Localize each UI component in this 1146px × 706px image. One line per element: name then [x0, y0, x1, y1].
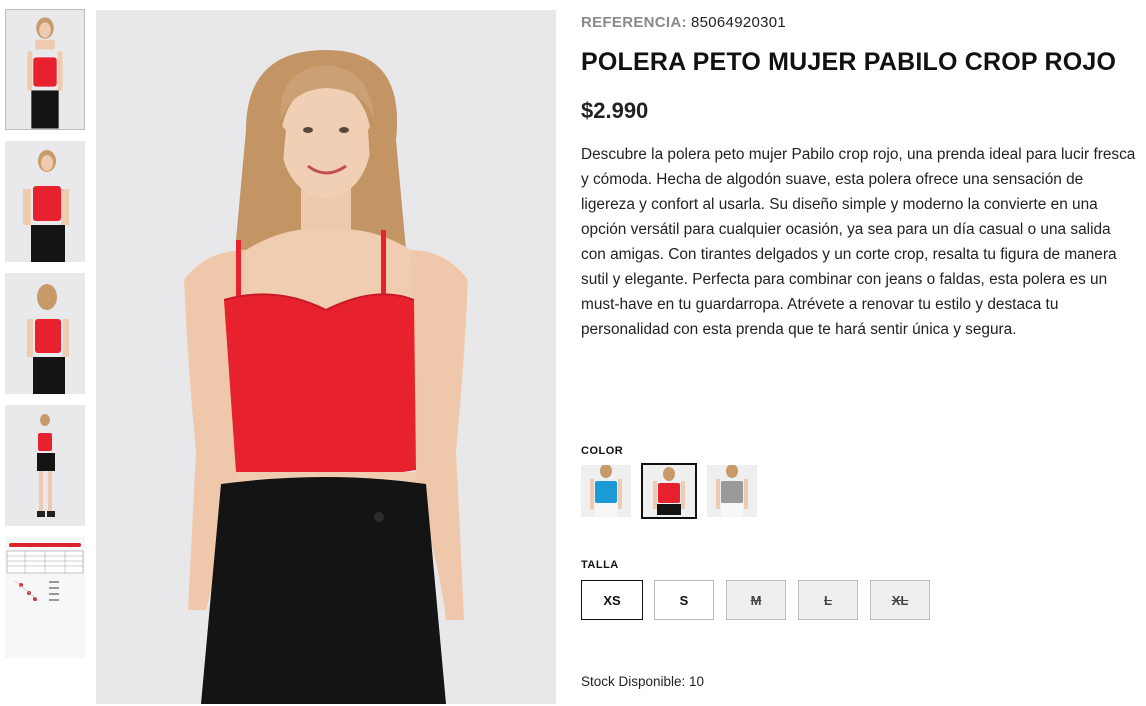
thumbnail-1[interactable] — [5, 9, 85, 130]
gray-top-image — [707, 465, 757, 517]
reference-value: 85064920301 — [690, 14, 787, 31]
blue-top-image — [581, 465, 631, 517]
size-option-xl[interactable]: XL — [870, 580, 930, 620]
size-option-m[interactable]: M — [726, 580, 786, 620]
model-photo — [96, 10, 556, 704]
product-price: $2.990 — [581, 98, 649, 123]
thumbnail-3[interactable] — [5, 273, 85, 394]
product-reference: REFERENCIA: 85064920301 — [581, 14, 786, 31]
color-swatch-red[interactable] — [641, 463, 697, 519]
size-option-s[interactable]: S — [654, 580, 714, 620]
thumbnail-image — [5, 405, 85, 526]
red-top-image — [645, 467, 693, 515]
thumbnail-image — [6, 10, 84, 129]
stock-available: Stock Disponible: 10 — [581, 674, 705, 689]
size-option-xs[interactable]: XS — [581, 580, 643, 620]
color-swatch-gray[interactable] — [707, 465, 757, 517]
main-product-image[interactable] — [96, 10, 556, 704]
reference-label: REFERENCIA: — [581, 14, 687, 31]
size-label: TALLA — [581, 559, 619, 571]
color-label: COLOR — [581, 445, 624, 457]
thumbnail-image — [5, 273, 85, 394]
product-description: Descubre la polera peto mujer Pabilo cro… — [581, 146, 1136, 338]
thumbnail-2[interactable] — [5, 141, 85, 262]
thumbnail-image — [5, 141, 85, 262]
thumbnail-4[interactable] — [5, 405, 85, 526]
color-swatch-blue[interactable] — [581, 465, 631, 517]
product-title: POLERA PETO MUJER PABILO CROP ROJO — [581, 48, 1117, 76]
size-chart-image — [5, 537, 85, 658]
size-option-l[interactable]: L — [798, 580, 858, 620]
thumbnail-size-chart[interactable] — [5, 537, 85, 658]
